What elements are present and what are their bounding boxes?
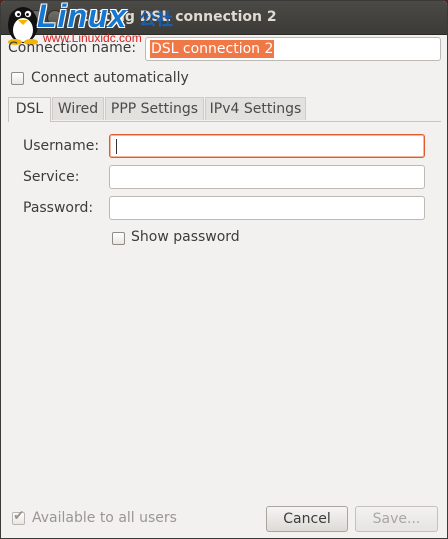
tab-wired[interactable]: Wired [52,97,104,120]
checkmark-icon: ✔ [13,508,25,524]
text-cursor [116,139,117,154]
available-to-all-users-label[interactable]: Available to all users [32,510,177,526]
show-password-checkbox[interactable] [112,232,125,245]
tab-dsl-label: DSL [15,101,44,117]
connection-name-field[interactable]: DSL connection 2 [145,37,441,61]
username-label: Username: [23,138,100,154]
connect-automatically-label[interactable]: Connect automatically [31,70,189,86]
save-button[interactable]: Save... [355,506,438,532]
password-label: Password: [23,200,94,216]
service-label: Service: [23,169,80,185]
cancel-button[interactable]: Cancel [266,506,348,532]
password-field[interactable] [109,196,425,220]
watermark-logo-text: Linux [37,0,128,34]
connection-name-label: Connection name: [8,40,137,56]
tab-ppp-settings[interactable]: PPP Settings [105,97,204,120]
save-button-label: Save... [372,511,421,527]
tab-ppp-settings-label: PPP Settings [110,101,199,117]
connect-automatically-checkbox[interactable] [11,72,24,85]
service-field[interactable] [109,165,425,189]
cancel-button-label: Cancel [283,511,331,527]
connection-editor-window: Editing DSL connection 2 Linux 公社 www.Li… [0,0,448,539]
connection-name-value: DSL connection 2 [150,40,275,58]
watermark-logo-cn: 公社 [139,10,173,30]
tab-ipv4-settings-label: IPv4 Settings [209,101,302,117]
tab-wired-label: Wired [57,101,99,117]
show-password-label[interactable]: Show password [131,229,240,245]
available-to-all-users-checkbox[interactable]: ✔ [12,508,25,525]
tab-dsl[interactable]: DSL [8,97,51,122]
tab-ipv4-settings[interactable]: IPv4 Settings [205,97,306,120]
username-field[interactable] [109,134,425,158]
